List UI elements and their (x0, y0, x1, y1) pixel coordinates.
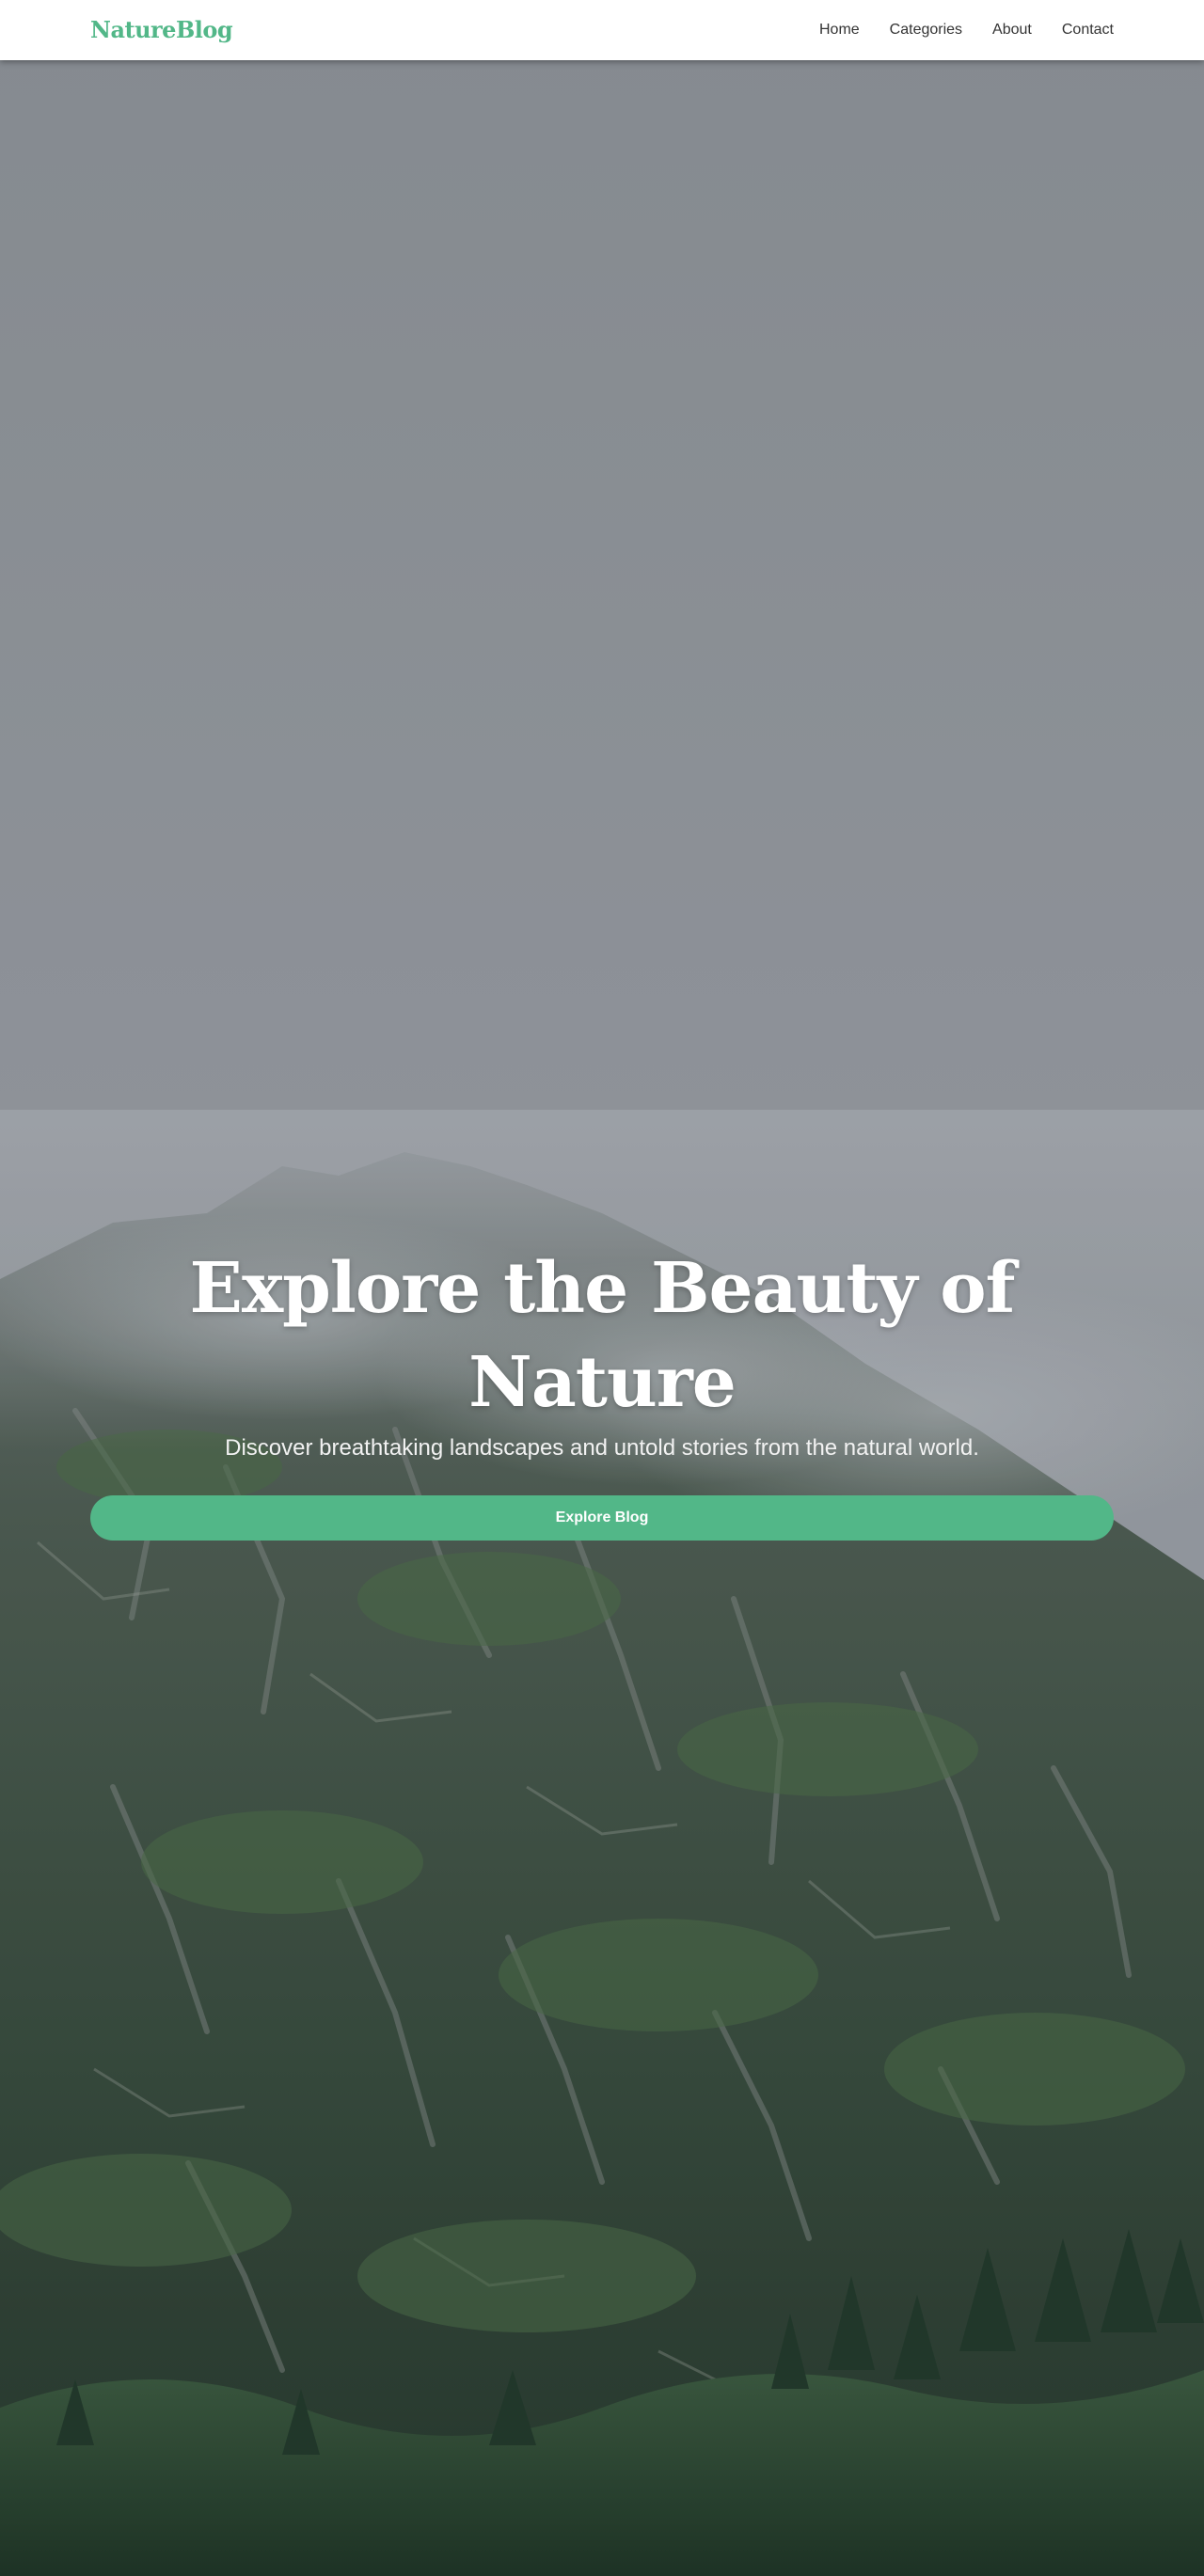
nav-item-about[interactable]: About (992, 22, 1032, 39)
main-nav: Home Categories About Contact (819, 0, 1114, 60)
nav-item-contact[interactable]: Contact (1062, 22, 1114, 39)
site-logo[interactable]: NatureBlog (90, 15, 233, 45)
hero-title: Explore the Beauty of Nature (189, 1248, 1016, 1423)
top-navbar: NatureBlog Home Categories About Contact (0, 0, 1204, 60)
hero-subtitle: Discover breathtaking landscapes and unt… (225, 1435, 979, 1461)
explore-blog-button[interactable]: Explore Blog (90, 1495, 1114, 1541)
hero-section: Explore the Beauty of Nature Discover br… (90, 1241, 1114, 1541)
nav-item-home[interactable]: Home (819, 22, 860, 39)
nav-item-categories[interactable]: Categories (890, 22, 962, 39)
